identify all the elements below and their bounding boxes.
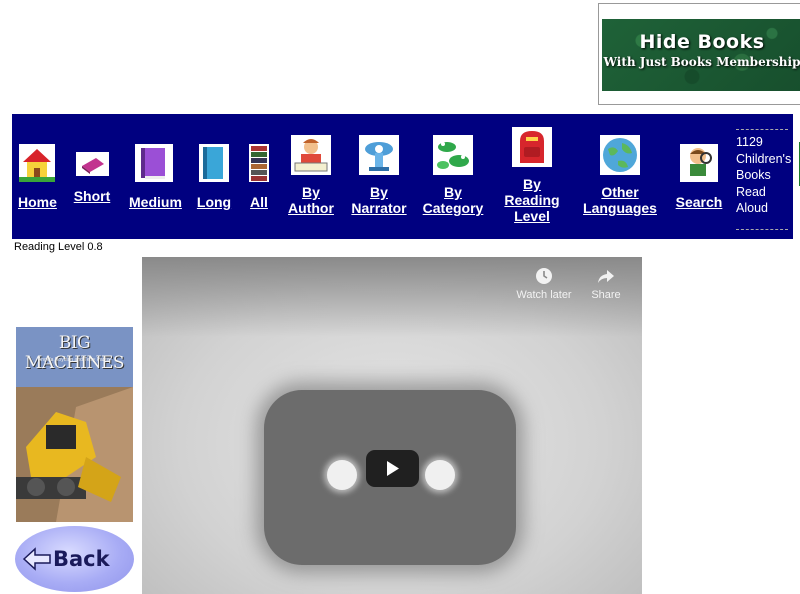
nav-long[interactable]: Long	[196, 144, 232, 210]
nav-by-narrator-label-1: By	[370, 184, 388, 200]
play-button[interactable]	[366, 450, 419, 487]
globe-icon	[600, 135, 640, 175]
book-cover[interactable]: BIG MACHINES Angela Royston and Terry Pa…	[16, 327, 133, 522]
nav-by-narrator-label-2: Narrator	[351, 200, 407, 216]
nav-by-reading-level-label-2: Reading	[504, 192, 560, 208]
nav-all[interactable]: All	[247, 144, 271, 210]
reading-level: Reading Level 0.8	[14, 241, 103, 253]
video-thumbnail-dot	[327, 460, 357, 490]
purple-book-icon	[135, 144, 173, 182]
nav-by-narrator[interactable]: By Narrator	[350, 135, 408, 216]
nav-search-label: Search	[675, 194, 723, 210]
back-button[interactable]: Back	[15, 526, 134, 592]
share-arrow-icon	[598, 270, 614, 283]
book-count-line: Read	[736, 184, 766, 199]
nav-by-author-label-2: Author	[288, 200, 334, 216]
share-label: Share	[591, 289, 621, 301]
short-book-icon	[75, 152, 109, 176]
nav-by-category-label-2: Category	[422, 200, 484, 216]
nav-search[interactable]: Search	[675, 144, 723, 210]
blue-book-icon	[199, 144, 229, 182]
nav-by-category[interactable]: By Category	[420, 135, 486, 216]
book-count: 1129 Children's Books Read Aloud	[736, 129, 792, 229]
nav-short-label: Short	[73, 188, 111, 204]
advertisement-banner[interactable]: Hide Books With Just Books Membership	[598, 3, 800, 105]
ad-image[interactable]: Hide Books With Just Books Membership	[602, 19, 800, 91]
share-button[interactable]: Share	[586, 266, 626, 301]
nav-medium-label: Medium	[129, 194, 182, 210]
nav-by-reading-level-label-1: By	[523, 176, 541, 192]
ad-subtitle: With Just Books Membership	[603, 55, 800, 69]
arrow-left-icon	[22, 547, 51, 571]
nav-by-category-label-1: By	[444, 184, 462, 200]
video-thumbnail-dot	[425, 460, 455, 490]
nav-other-languages-label-1: Other	[601, 184, 639, 200]
nav-by-reading-level-label-3: Level	[514, 208, 550, 224]
main-navigation: Home Short Medium Long All By Author By …	[12, 114, 800, 239]
book-stack-icon	[249, 144, 269, 182]
nav-other-languages[interactable]: Other Languages	[582, 135, 658, 216]
nav-by-reading-level[interactable]: By Reading Level	[504, 127, 560, 224]
book-subtitle: Angela Royston and Terry Pastor	[37, 357, 112, 363]
nav-by-author[interactable]: By Author	[288, 135, 334, 216]
clock-icon	[536, 268, 552, 284]
nav-long-label: Long	[196, 194, 232, 210]
back-button-label: Back	[53, 547, 110, 571]
book-count-line: Aloud	[736, 201, 768, 215]
narrator-icon	[359, 135, 399, 175]
watch-later-button[interactable]: Watch later	[514, 266, 574, 301]
nav-other-languages-label-2: Languages	[583, 200, 657, 216]
nav-home[interactable]: Home	[18, 144, 57, 210]
backpack-icon	[512, 127, 552, 167]
book-count-line: Books	[736, 168, 771, 182]
magnifier-kid-icon	[680, 144, 718, 182]
nav-medium[interactable]: Medium	[129, 144, 182, 210]
house-icon	[19, 144, 55, 182]
author-writing-icon	[291, 135, 331, 175]
book-count-line: 1129	[736, 135, 763, 149]
video-player[interactable]: Watch later Share	[142, 257, 642, 594]
book-count-line: Children's	[736, 151, 792, 166]
book-title: BIG MACHINES	[24, 333, 125, 373]
nav-by-author-label-1: By	[302, 184, 320, 200]
nav-home-label: Home	[18, 194, 57, 210]
watch-later-label: Watch later	[516, 289, 572, 301]
play-icon	[387, 461, 399, 476]
frogs-icon	[433, 135, 473, 175]
ad-title: Hide Books	[639, 31, 765, 53]
nav-all-label: All	[250, 194, 268, 210]
nav-short[interactable]: Short	[72, 152, 112, 204]
